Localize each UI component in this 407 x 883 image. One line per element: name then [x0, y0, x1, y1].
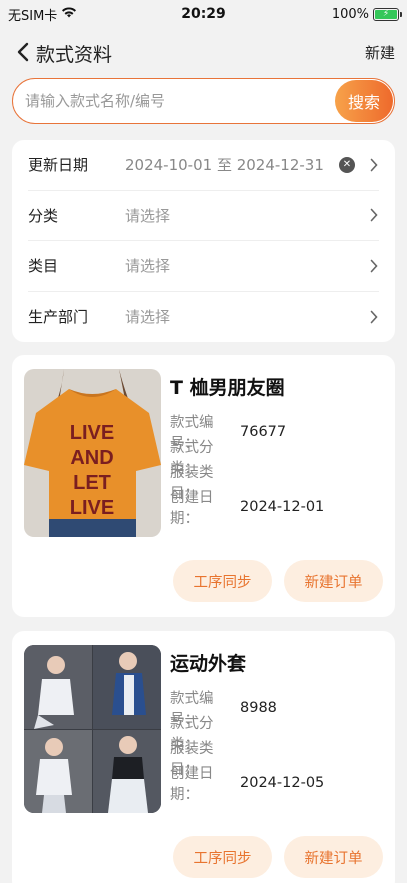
filter-department[interactable]: 生产部门 请选择 [28, 292, 379, 343]
filter-value: 请选择 [125, 308, 171, 327]
chevron-right-icon [369, 310, 379, 324]
status-right: 100% ⚡ [331, 6, 402, 22]
nav-bar: 款式资料 新建 [0, 30, 407, 74]
battery-icon: ⚡ [373, 7, 402, 21]
search-bar: 搜索 [12, 78, 395, 124]
filter-label: 生产部门 [28, 308, 89, 327]
meta-created: 创建日期： 2024-12-05 [170, 766, 325, 803]
meta-created: 创建日期： 2024-12-01 [170, 490, 325, 527]
style-title: 运动外套 [170, 653, 247, 675]
status-time: 20:29 [181, 6, 226, 22]
card-actions: 工序同步 新建订单 [173, 836, 383, 878]
status-bar: 无SIM卡 20:29 100% ⚡ [0, 0, 407, 28]
filter-label: 分类 [28, 206, 59, 225]
new-order-button[interactable]: 新建订单 [284, 836, 383, 878]
filter-value: 请选择 [125, 257, 171, 276]
style-meta: 款式编号： 8988 款式分类： 服装类目： 创建日期： 2024-12-05 [170, 691, 325, 803]
wifi-icon [61, 6, 77, 22]
sync-process-button[interactable]: 工序同步 [173, 836, 272, 878]
filter-value: 请选择 [125, 206, 171, 225]
meta-value: 2024-12-01 [240, 498, 325, 515]
filter-type[interactable]: 类目 请选择 [28, 241, 379, 292]
new-order-button[interactable]: 新建订单 [284, 560, 383, 602]
filter-value: 2024-10-01 至 2024-12-31 [125, 156, 324, 175]
filter-category[interactable]: 分类 请选择 [28, 191, 379, 241]
meta-label: 创建日期： [170, 765, 214, 803]
clear-icon[interactable]: ✕ [339, 156, 355, 173]
image-text: AND [70, 447, 113, 469]
card-actions: 工序同步 新建订单 [173, 560, 383, 602]
filter-card: 更新日期 2024-10-01 至 2024-12-31 ✕ 分类 请选择 类目… [12, 140, 395, 342]
image-text: LIVE [70, 422, 114, 444]
meta-value: 2024-12-05 [240, 774, 325, 791]
style-card[interactable]: LIVE AND LET LIVE T 桖男朋友圈 款式编号： 76677 款式… [12, 355, 395, 617]
new-button[interactable]: 新建 [365, 42, 395, 63]
style-card[interactable]: 运动外套 款式编号： 8988 款式分类： 服装类目： 创建日期： 2024-1… [12, 631, 395, 883]
product-image: LIVE AND LET LIVE [24, 369, 161, 537]
filter-label: 类目 [28, 257, 59, 276]
search-button[interactable]: 搜索 [335, 80, 393, 122]
carrier-label: 无SIM卡 [8, 8, 58, 24]
meta-label: 创建日期： [170, 489, 214, 527]
meta-value: 8988 [240, 699, 277, 716]
sync-process-button[interactable]: 工序同步 [173, 560, 272, 602]
status-left: 无SIM卡 [8, 5, 77, 24]
chevron-right-icon [369, 158, 379, 172]
battery-percent: 100% [331, 6, 369, 22]
page-title: 款式资料 [36, 44, 113, 66]
product-image [24, 645, 161, 813]
chevron-right-icon [369, 259, 379, 273]
search-input[interactable] [13, 92, 335, 110]
filter-label: 更新日期 [28, 156, 89, 175]
meta-value: 76677 [240, 423, 287, 440]
style-meta: 款式编号： 76677 款式分类： 服装类目： 创建日期： 2024-12-01 [170, 415, 325, 527]
image-text: LIVE [70, 497, 114, 519]
back-icon[interactable] [10, 38, 36, 66]
chevron-right-icon [369, 208, 379, 222]
filter-update-date[interactable]: 更新日期 2024-10-01 至 2024-12-31 ✕ [28, 140, 379, 191]
image-text: LET [73, 472, 111, 494]
style-title: T 桖男朋友圈 [170, 377, 285, 399]
